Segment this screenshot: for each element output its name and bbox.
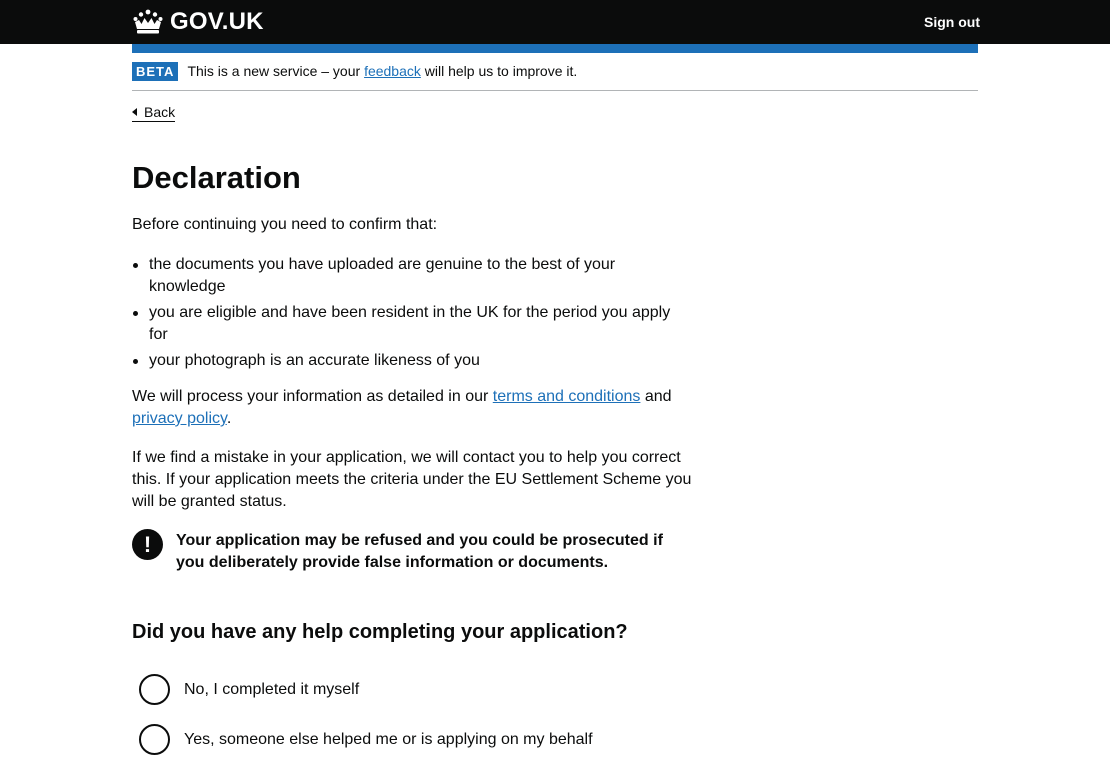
radio-button[interactable] (139, 724, 170, 755)
confirmation-list: the documents you have uploaded are genu… (132, 254, 692, 372)
exclamation-warning-icon: ! (132, 529, 163, 560)
warning-text-block: ! Your application may be refused and yo… (132, 529, 692, 574)
back-link[interactable]: Back (132, 103, 176, 122)
mistake-paragraph: If we find a mistake in your application… (132, 449, 692, 510)
warning-text: Your application may be refused and you … (176, 532, 663, 571)
page-title: Declaration (132, 160, 301, 195)
phase-banner-text: This is a new service – your feedback wi… (187, 62, 577, 81)
help-question-title: Did you have any help completing your ap… (132, 621, 628, 643)
radio-label: No, I completed it myself (184, 680, 360, 698)
privacy-policy-link[interactable]: privacy policy (132, 410, 227, 427)
terms-text-after: . (226, 410, 232, 427)
list-item: you are eligible and have been resident … (132, 302, 679, 346)
beta-tag: BETA (132, 62, 179, 81)
terms-paragraph: We will process your information as deta… (132, 386, 692, 430)
phase-text-before: This is a new service – your (187, 63, 365, 79)
sign-out-link[interactable]: Sign out (924, 13, 980, 31)
list-item: your photograph is an accurate likeness … (132, 350, 692, 372)
main-content: Declaration Before continuing you need t… (132, 158, 692, 574)
radio-option-someone-helped[interactable]: Yes, someone else helped me or is applyi… (139, 724, 593, 755)
terms-text-before: We will process your information as deta… (132, 388, 493, 405)
list-item: the documents you have uploaded are genu… (132, 254, 639, 298)
terms-text-middle: and (640, 388, 672, 405)
logo-text: GOV.UK (170, 8, 264, 35)
govuk-logo-link[interactable]: GOV.UK (132, 8, 264, 36)
intro-text: Before continuing you need to confirm th… (132, 216, 438, 233)
feedback-link[interactable]: feedback (364, 63, 421, 79)
radio-button[interactable] (139, 674, 170, 705)
phase-text-after: will help us to improve it. (420, 63, 578, 79)
site-header: GOV.UK Sign out (0, 0, 1110, 44)
crown-icon (132, 9, 164, 35)
radio-label: Yes, someone else helped me or is applyi… (184, 730, 593, 748)
header-blue-bar (132, 44, 978, 53)
terms-and-conditions-link[interactable]: terms and conditions (493, 388, 641, 405)
radio-option-no-help[interactable]: No, I completed it myself (139, 674, 359, 705)
phase-banner: BETA This is a new service – your feedba… (132, 62, 978, 91)
